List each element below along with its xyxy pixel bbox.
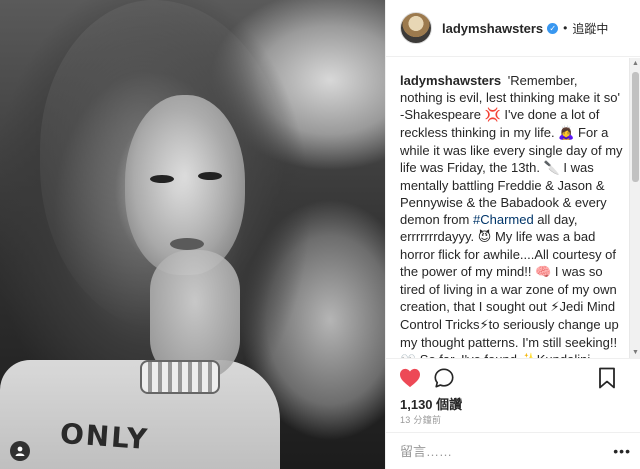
heart-icon bbox=[400, 368, 420, 387]
comment-input[interactable] bbox=[400, 443, 614, 459]
likes-count[interactable]: 1,130 個讚 bbox=[400, 394, 462, 413]
photo-watch bbox=[140, 360, 220, 394]
header-separator: • bbox=[563, 21, 568, 35]
instagram-post: ONLY ladymshawsters ✓ • 追蹤中 ladymshawste… bbox=[0, 0, 640, 469]
photo-lips bbox=[170, 238, 204, 250]
post-photo[interactable]: ONLY bbox=[0, 0, 385, 469]
caption-link[interactable]: #Charmed bbox=[473, 212, 534, 227]
photo-right-eye bbox=[198, 172, 222, 180]
scroll-down-arrow-icon[interactable]: ▼ bbox=[630, 347, 640, 358]
comment-icon bbox=[434, 367, 454, 388]
caption-emoji: 💢 bbox=[484, 108, 501, 123]
post-timestamp[interactable]: 13 分鐘前 bbox=[400, 413, 441, 426]
like-button[interactable] bbox=[396, 364, 424, 392]
caption-scroll-area[interactable]: ladymshawsters 'Remember, nothing is evi… bbox=[386, 58, 640, 358]
more-options-button[interactable]: ••• bbox=[613, 443, 631, 459]
action-bar bbox=[386, 358, 640, 396]
caption-emoji: 🧠 bbox=[535, 265, 552, 280]
verified-badge-icon: ✓ bbox=[547, 22, 559, 34]
photo-left-eye bbox=[150, 175, 174, 183]
comment-button[interactable] bbox=[430, 364, 458, 392]
comment-bar: ••• bbox=[386, 432, 640, 469]
post-sidebar: ladymshawsters ✓ • 追蹤中 ladymshawsters 'R… bbox=[385, 0, 640, 469]
scrollbar-thumb[interactable] bbox=[632, 72, 639, 182]
bookmark-icon bbox=[599, 367, 615, 389]
caption-emoji: 😈 bbox=[477, 230, 492, 245]
caption-emoji: 🙇‍♀️ bbox=[558, 126, 575, 141]
save-button[interactable] bbox=[593, 364, 621, 392]
follow-status-button[interactable]: 追蹤中 bbox=[572, 20, 608, 37]
post-header: ladymshawsters ✓ • 追蹤中 bbox=[386, 0, 640, 57]
caption-scrollbar[interactable]: ▲ ▼ bbox=[629, 58, 640, 358]
caption: ladymshawsters 'Remember, nothing is evi… bbox=[386, 58, 640, 358]
photo-shirt-text: ONLY bbox=[58, 416, 151, 457]
caption-body: 'Remember, nothing is evil, lest thinkin… bbox=[400, 73, 623, 358]
caption-emoji: ⚡ bbox=[479, 318, 489, 333]
caption-author[interactable]: ladymshawsters bbox=[400, 73, 501, 88]
user-tag-icon[interactable] bbox=[10, 441, 30, 461]
header-username[interactable]: ladymshawsters bbox=[442, 21, 543, 36]
avatar[interactable] bbox=[400, 12, 432, 44]
scroll-up-arrow-icon[interactable]: ▲ bbox=[630, 58, 640, 69]
caption-emoji: 🔪 bbox=[543, 161, 560, 176]
